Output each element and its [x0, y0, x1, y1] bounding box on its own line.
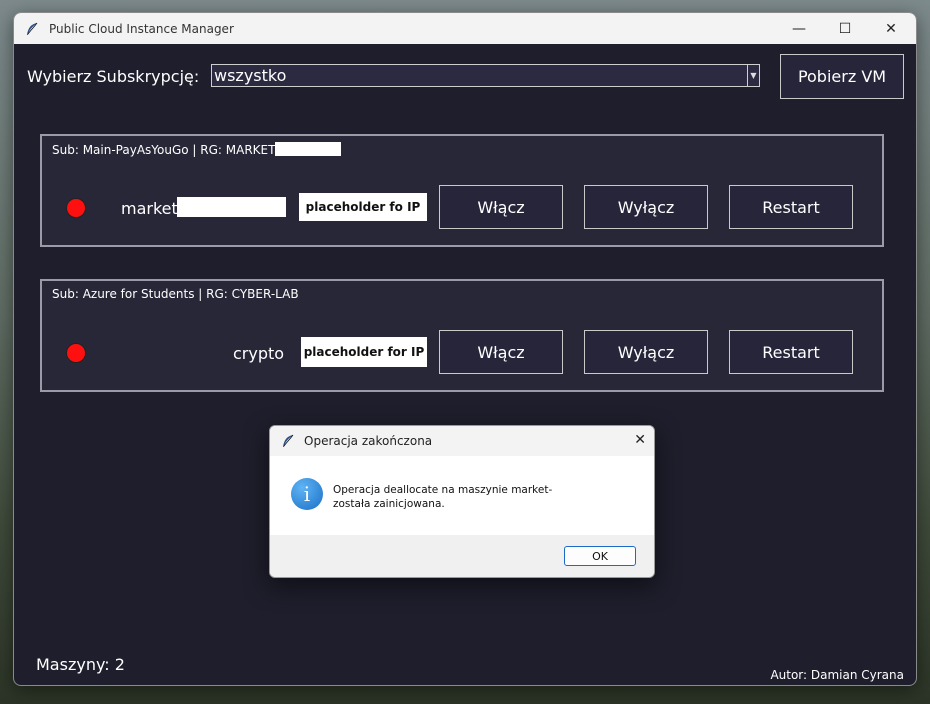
ip-label: placeholder fo IP — [299, 193, 427, 221]
maximize-button[interactable]: ☐ — [822, 13, 868, 44]
main-content: Wybierz Subskrypcję: wszystko ▼ Pobierz … — [14, 44, 916, 685]
vm-card-header: Sub: Main-PayAsYouGo | RG: MARKET — [52, 142, 342, 157]
restart-vm-button[interactable]: Restart — [729, 330, 853, 374]
minimize-button[interactable]: — — [776, 13, 822, 44]
start-vm-button[interactable]: Włącz — [439, 330, 563, 374]
title-bar: Public Cloud Instance Manager — ☐ ✕ — [14, 13, 916, 44]
dialog-title-bar: Operacja zakończona ✕ — [270, 426, 654, 456]
subscription-select[interactable]: wszystko — [211, 64, 757, 87]
stop-vm-button[interactable]: Wyłącz — [584, 330, 708, 374]
vm-header-text: Sub: Azure for Students | RG: CYBER-LAB — [52, 287, 299, 301]
ok-button[interactable]: OK — [564, 546, 636, 566]
stop-vm-button[interactable]: Wyłącz — [584, 185, 708, 229]
feather-icon — [25, 22, 39, 36]
vm-name: market- — [121, 199, 184, 218]
status-indicator — [66, 198, 86, 218]
feather-icon — [281, 434, 295, 448]
dialog-message-line: Operacja deallocate na maszynie market- — [333, 484, 553, 496]
vm-name: crypto — [233, 344, 285, 363]
info-icon: i — [291, 478, 323, 510]
vm-card-header: Sub: Azure for Students | RG: CYBER-LAB — [52, 287, 299, 301]
dialog-message-line: została zainicjowana. — [333, 498, 445, 510]
vm-card: Sub: Main-PayAsYouGo | RG: MARKET market… — [40, 134, 884, 247]
restart-vm-button[interactable]: Restart — [729, 185, 853, 229]
author-label: Autor: Damian Cyrana — [770, 668, 904, 682]
app-window: Public Cloud Instance Manager — ☐ ✕ Wybi… — [13, 12, 917, 686]
operation-dialog: Operacja zakończona ✕ i Operacja dealloc… — [269, 425, 655, 578]
machine-count: Maszyny: 2 — [36, 655, 125, 674]
dialog-title: Operacja zakończona — [304, 434, 433, 448]
vm-header-text: Sub: Main-PayAsYouGo | RG: MARKET — [52, 143, 276, 157]
fetch-vm-button[interactable]: Pobierz VM — [780, 54, 904, 99]
window-title: Public Cloud Instance Manager — [49, 21, 234, 36]
start-vm-button[interactable]: Włącz — [439, 185, 563, 229]
vm-card: Sub: Azure for Students | RG: CYBER-LAB … — [40, 279, 884, 392]
ip-label: placeholder for IP — [301, 337, 427, 367]
dialog-body: i Operacja deallocate na maszynie market… — [270, 456, 654, 535]
close-button[interactable]: ✕ — [868, 13, 914, 44]
chevron-down-icon[interactable]: ▼ — [747, 64, 760, 87]
status-indicator — [66, 343, 86, 363]
redaction-box — [177, 197, 286, 217]
dialog-message: Operacja deallocate na maszynie market- … — [333, 483, 552, 511]
redaction-box — [275, 142, 342, 156]
dialog-footer: OK — [270, 535, 654, 577]
subscription-label: Wybierz Subskrypcję: — [27, 67, 200, 86]
close-icon[interactable]: ✕ — [634, 432, 646, 448]
